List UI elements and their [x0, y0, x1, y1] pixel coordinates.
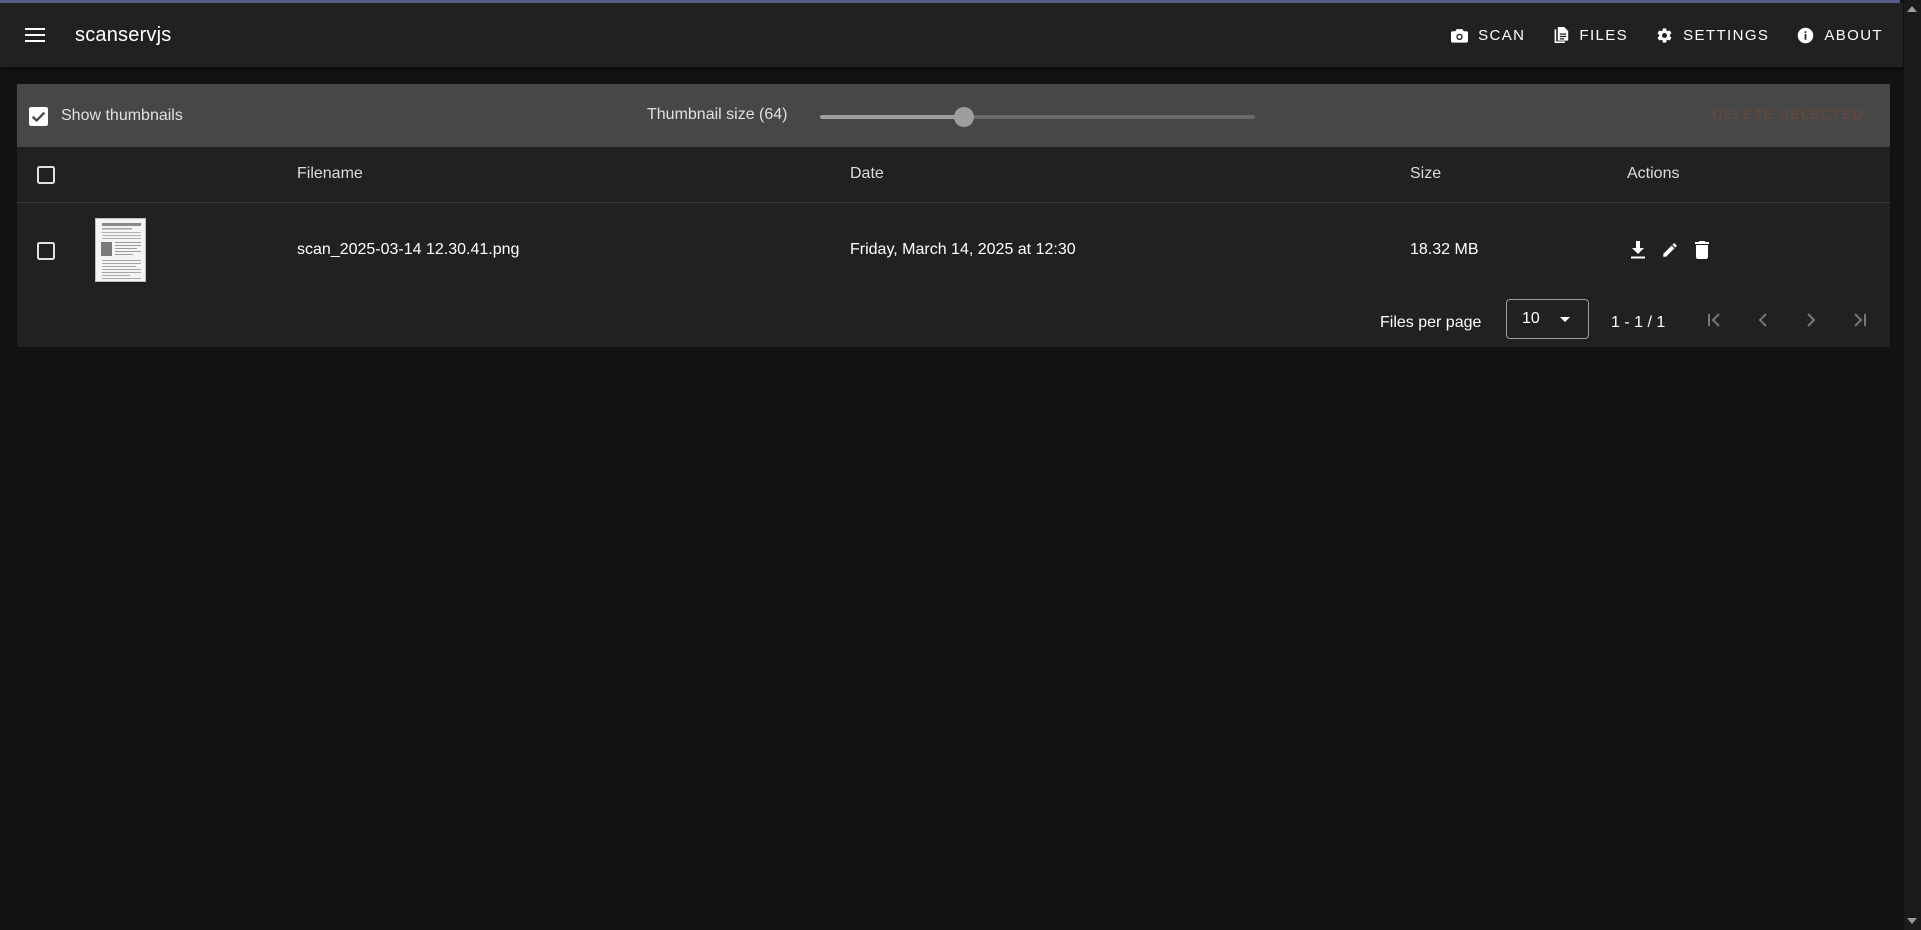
slider-fill — [820, 115, 964, 119]
nav-files-button[interactable]: Files — [1541, 15, 1640, 55]
thumbnail-size-label: Thumbnail size (64) — [647, 106, 788, 123]
last-page-button[interactable] — [1846, 307, 1872, 333]
menu-button[interactable] — [0, 3, 70, 67]
nav-about-label: About — [1824, 26, 1883, 44]
top-nav: Scan Files Settings About — [1435, 3, 1903, 67]
checkbox-checked-icon — [28, 106, 48, 126]
slider-thumb[interactable] — [953, 107, 974, 127]
delete-selected-button[interactable]: Delete selected — [1712, 106, 1864, 122]
chevron-left-icon — [1758, 313, 1767, 327]
info-icon — [1798, 27, 1814, 43]
next-page-button[interactable] — [1798, 307, 1824, 333]
files-per-page-select[interactable]: 10 — [1506, 299, 1589, 339]
app-title: scanservjs — [75, 23, 172, 46]
header-size[interactable]: Size — [1410, 165, 1441, 183]
row-date: Friday, March 14, 2025 at 12:30 — [850, 241, 1076, 258]
show-thumbnails-checkbox[interactable] — [27, 105, 49, 127]
chevron-right-icon — [1807, 313, 1816, 327]
page-range: 1 - 1 / 1 — [1611, 314, 1666, 331]
hamburger-menu-icon — [25, 28, 45, 42]
scroll-up-arrow-icon[interactable] — [1907, 6, 1917, 12]
nav-settings-button[interactable]: Settings — [1644, 15, 1781, 55]
table-header: Filename Date Size Actions — [17, 147, 1890, 203]
show-thumbnails-toggle[interactable]: Show thumbnails — [27, 105, 183, 127]
scan-thumbnail[interactable] — [95, 218, 146, 282]
files-table: Filename Date Size Actions scan_2025-03-… — [17, 147, 1890, 347]
checkbox-empty-icon — [37, 166, 55, 184]
previous-page-button[interactable] — [1750, 307, 1776, 333]
nav-scan-button[interactable]: Scan — [1439, 15, 1537, 55]
camera-icon — [1451, 28, 1469, 43]
header-date[interactable]: Date — [850, 165, 884, 183]
table-row: scan_2025-03-14 12.30.41.png Friday, Mar… — [17, 203, 1890, 299]
select-all-checkbox[interactable] — [35, 164, 57, 186]
files-toolbar: Show thumbnails Thumbnail size (64) Dele… — [17, 84, 1890, 147]
nav-scan-label: Scan — [1478, 26, 1526, 44]
show-thumbnails-label: Show thumbnails — [61, 107, 183, 124]
first-page-icon — [1708, 313, 1720, 327]
row-select-checkbox[interactable] — [35, 240, 57, 262]
delete-button[interactable] — [1689, 237, 1715, 263]
files-icon — [1555, 27, 1569, 43]
thumbnail-size-slider[interactable] — [820, 107, 1255, 127]
pagination: Files per page 10 1 - 1 / 1 — [17, 299, 1890, 347]
pencil-icon — [1663, 243, 1677, 257]
first-page-button[interactable] — [1702, 307, 1728, 333]
gear-icon — [1657, 27, 1672, 43]
nav-about-button[interactable]: About — [1785, 15, 1895, 55]
row-filename: scan_2025-03-14 12.30.41.png — [297, 241, 520, 258]
checkbox-empty-icon — [37, 242, 55, 260]
last-page-icon — [1854, 313, 1866, 327]
scroll-down-arrow-icon[interactable] — [1907, 918, 1917, 924]
vertical-scrollbar[interactable] — [1904, 0, 1921, 930]
files-per-page-value: 10 — [1522, 310, 1540, 327]
files-per-page-label: Files per page — [1380, 314, 1482, 331]
edit-button[interactable] — [1657, 237, 1683, 263]
header-filename[interactable]: Filename — [297, 165, 363, 183]
trash-icon — [1695, 241, 1709, 259]
dropdown-arrow-icon — [1560, 317, 1570, 322]
nav-settings-label: Settings — [1683, 26, 1770, 44]
download-icon — [1631, 241, 1645, 259]
download-button[interactable] — [1625, 237, 1651, 263]
nav-files-label: Files — [1579, 26, 1629, 44]
header-actions: Actions — [1627, 165, 1680, 182]
document-preview-image — [96, 219, 145, 281]
row-size: 18.32 MB — [1410, 241, 1479, 258]
app-bar: scanservjs Scan Files Settings — [0, 3, 1903, 67]
